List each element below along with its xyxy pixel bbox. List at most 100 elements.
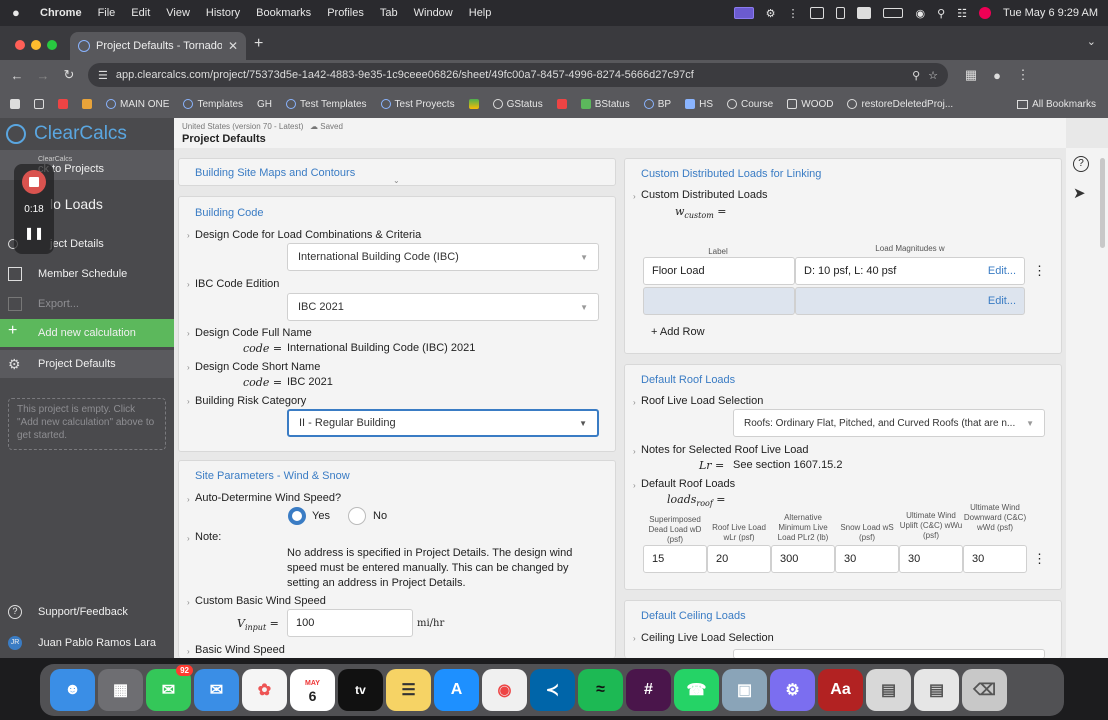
menu-view[interactable]: View xyxy=(166,7,190,19)
document-icon[interactable]: ▤ xyxy=(866,669,911,711)
wind-downward-input[interactable]: 30 xyxy=(963,545,1027,573)
new-tab-icon[interactable]: + xyxy=(254,35,263,53)
menu-file[interactable]: File xyxy=(98,7,116,19)
row1-label-input[interactable]: Floor Load xyxy=(643,257,795,285)
menu-edit[interactable]: Edit xyxy=(131,7,150,19)
alt-min-live-load-input[interactable]: 300 xyxy=(771,545,835,573)
chevron-right-icon[interactable]: › xyxy=(633,398,636,407)
messages-icon[interactable]: ✉ 92 xyxy=(146,665,193,711)
bookmark-test-proyects[interactable]: Test Proyects xyxy=(380,99,455,110)
chevron-right-icon[interactable]: › xyxy=(187,534,190,543)
search-icon[interactable]: ⚲ xyxy=(937,7,945,20)
bookmark-bstatus[interactable]: BStatus xyxy=(580,99,630,110)
maximize-window-icon[interactable] xyxy=(47,40,57,50)
minimize-window-icon[interactable] xyxy=(31,40,41,50)
auto-wind-no-radio[interactable] xyxy=(348,507,366,525)
chrome-menu-icon[interactable]: ⋮ xyxy=(1010,67,1036,83)
chevron-right-icon[interactable]: › xyxy=(187,495,190,504)
settings-gear-icon[interactable]: ⚙ xyxy=(770,669,815,711)
user-account[interactable]: JR Juan Pablo Ramos Lara xyxy=(0,629,174,657)
bookmark-wood[interactable]: WOOD xyxy=(787,99,833,110)
apps-grid-icon[interactable] xyxy=(34,99,44,109)
roof-row-menu-icon[interactable]: ⋮ xyxy=(1033,551,1046,567)
dictionary-icon[interactable]: Aa xyxy=(818,669,863,711)
zoom-icon[interactable]: ⚲ xyxy=(912,69,920,82)
gear-icon[interactable]: ⚙ xyxy=(766,7,776,20)
menubar-datetime[interactable]: Tue May 6 9:29 AM xyxy=(1003,7,1098,19)
whatsapp-icon[interactable]: ☎ xyxy=(674,669,719,711)
site-info-icon[interactable]: ☰ xyxy=(98,69,108,82)
chevron-right-icon[interactable]: › xyxy=(187,598,190,607)
chevron-right-icon[interactable]: › xyxy=(633,192,636,201)
bookmark-main-one[interactable]: MAIN ONE xyxy=(106,99,169,110)
screen-record-icon[interactable] xyxy=(733,7,754,19)
menu-profiles[interactable]: Profiles xyxy=(327,7,364,19)
code-edition-select[interactable]: IBC 2021 ▼ xyxy=(287,293,599,321)
sidebar-item-project-defaults[interactable]: ⚙ Project Defaults xyxy=(0,350,174,378)
chevron-right-icon[interactable]: › xyxy=(187,647,190,656)
back-icon[interactable]: ← xyxy=(4,68,30,83)
mail-icon[interactable]: ✉ xyxy=(194,669,239,711)
site-maps-panel[interactable]: Building Site Maps and Contours ⌄ xyxy=(178,158,616,186)
snow-load-input[interactable]: 30 xyxy=(835,545,899,573)
chevron-down-icon[interactable]: ⌄ xyxy=(393,176,400,185)
brand-logo[interactable]: ClearCalcs xyxy=(0,118,174,150)
tv-icon[interactable]: tv xyxy=(338,669,383,711)
address-bar[interactable]: ☰ app.clearcalcs.com/project/75373d5e-1a… xyxy=(88,63,948,87)
url-text[interactable]: app.clearcalcs.com/project/75373d5e-1a42… xyxy=(116,69,904,81)
bookmark-square-icon[interactable] xyxy=(10,99,20,109)
auto-wind-yes-label[interactable]: Yes xyxy=(312,510,330,522)
input-source-icon[interactable] xyxy=(857,7,872,19)
bookmark-test-templates[interactable]: Test Templates xyxy=(286,99,367,110)
menu-window[interactable]: Window xyxy=(414,7,453,19)
bookmark-restore[interactable]: restoreDeletedProj... xyxy=(847,99,953,110)
menu-bookmarks[interactable]: Bookmarks xyxy=(256,7,311,19)
mountain-icon[interactable] xyxy=(810,7,825,19)
add-row-button[interactable]: + Add Row xyxy=(651,326,705,338)
bookmark-course[interactable]: Course xyxy=(727,99,773,110)
close-window-icon[interactable] xyxy=(15,40,25,50)
menu-help[interactable]: Help xyxy=(469,7,492,19)
phone-icon[interactable] xyxy=(836,7,846,19)
chevron-right-icon[interactable]: › xyxy=(187,363,190,372)
reload-icon[interactable]: ↻ xyxy=(56,67,82,83)
photos-icon[interactable]: ✿ xyxy=(242,669,287,711)
sidebar-item-member-schedule[interactable]: Member Schedule xyxy=(0,260,174,288)
menu-history[interactable]: History xyxy=(206,7,240,19)
row2-label-input[interactable] xyxy=(643,287,795,315)
auto-wind-yes-radio[interactable] xyxy=(288,507,306,525)
bookmark-star-icon[interactable]: ☆ xyxy=(928,69,938,82)
help-icon[interactable]: ? xyxy=(1073,156,1089,172)
row2-edit-link[interactable]: Edit... xyxy=(988,295,1016,307)
all-bookmarks[interactable]: All Bookmarks xyxy=(1017,99,1096,110)
row1-magnitude-cell[interactable]: D: 10 psf, L: 40 psf Edit... xyxy=(795,257,1025,285)
design-code-select[interactable]: International Building Code (IBC) ▼ xyxy=(287,243,599,271)
app-store-icon[interactable]: A xyxy=(434,669,479,711)
row2-magnitude-cell[interactable]: Edit... xyxy=(795,287,1025,315)
apple-icon[interactable]: ● xyxy=(12,6,26,20)
dead-load-input[interactable]: 15 xyxy=(643,545,707,573)
sidebar-item-export[interactable]: Export... xyxy=(0,290,174,318)
chevron-right-icon[interactable]: › xyxy=(187,280,190,289)
chevron-right-icon[interactable]: › xyxy=(633,447,636,456)
slack-icon[interactable]: # xyxy=(626,669,671,711)
siri-icon[interactable] xyxy=(979,7,992,19)
chevron-right-icon[interactable]: › xyxy=(187,231,190,240)
bookmark-gh[interactable]: GH xyxy=(257,99,272,110)
control-center-icon[interactable]: ☷ xyxy=(957,7,967,20)
downloads-stack-icon[interactable]: ▤ xyxy=(914,669,959,711)
chevron-right-icon[interactable]: › xyxy=(187,397,190,406)
bookmark-templates[interactable]: Templates xyxy=(183,99,243,110)
bookmark-hs[interactable]: HS xyxy=(685,99,713,110)
stop-recording-icon[interactable] xyxy=(22,170,46,194)
chevron-right-icon[interactable]: › xyxy=(633,481,636,490)
gmail-icon[interactable] xyxy=(58,99,68,109)
row1-edit-link[interactable]: Edit... xyxy=(988,265,1016,277)
forward-icon[interactable]: → xyxy=(30,68,56,83)
menu-app[interactable]: Chrome xyxy=(40,7,82,19)
chrome-icon[interactable]: ◉ xyxy=(482,669,527,711)
wifi-icon[interactable]: ◉ xyxy=(915,7,925,20)
chevron-right-icon[interactable]: › xyxy=(187,329,190,338)
launchpad-icon[interactable]: ▦ xyxy=(98,669,143,711)
pause-icon[interactable]: ❚❚ xyxy=(14,226,54,240)
